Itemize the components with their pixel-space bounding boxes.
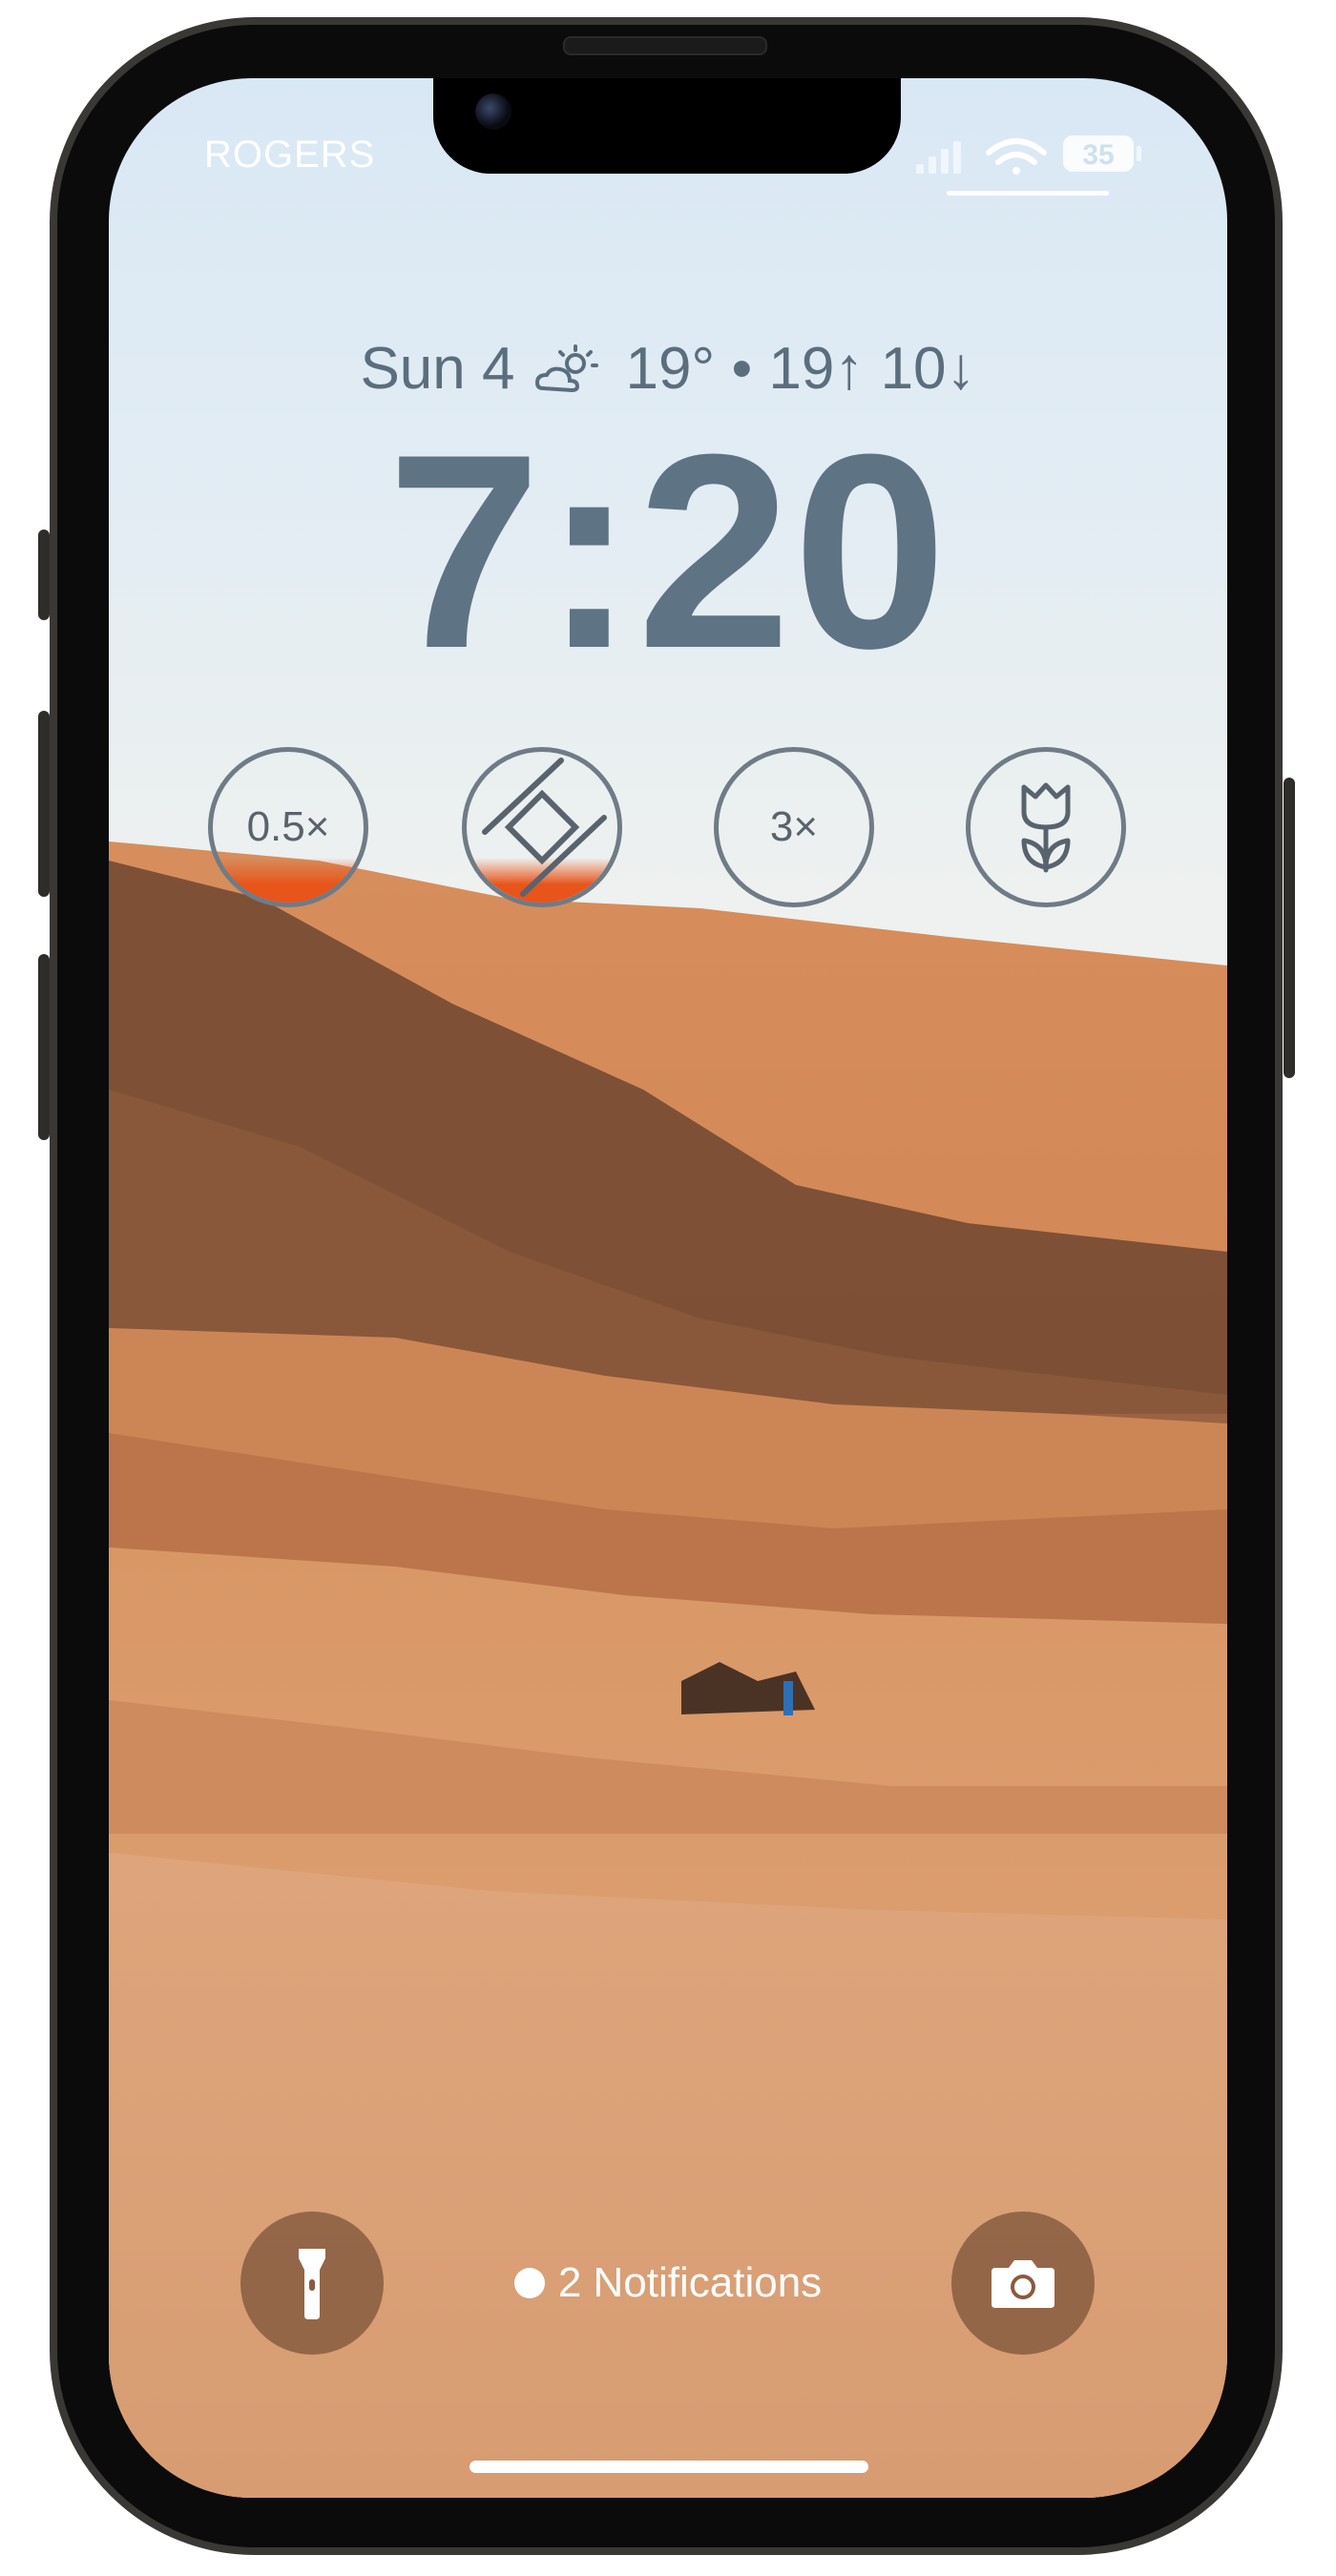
volume-up-button xyxy=(38,711,50,897)
volume-down-button xyxy=(38,954,50,1140)
carrier-label: ROGERS xyxy=(204,134,376,176)
status-icons: 35 xyxy=(916,135,1141,175)
battery-icon: 35 xyxy=(1063,135,1141,172)
date-weather-widget[interactable]: Sun 4 19° • 19↑ 10↓ xyxy=(109,336,1227,403)
action-button xyxy=(38,530,50,620)
status-underline xyxy=(947,191,1109,196)
widget-label: 0.5× xyxy=(246,803,330,850)
partly-sunny-icon xyxy=(535,344,599,393)
date-label: Sun 4 xyxy=(360,336,515,402)
notification-dot-icon xyxy=(513,2268,545,2298)
front-camera xyxy=(475,93,511,130)
crop-rotate-widget[interactable] xyxy=(462,747,622,907)
crop-rotate-icon xyxy=(482,758,607,897)
zoom-three-widget[interactable]: 3× xyxy=(714,747,874,907)
speaker-grille xyxy=(563,36,767,55)
wifi-icon xyxy=(986,138,1047,175)
clock[interactable]: 7:20 xyxy=(109,408,1227,695)
macro-widget[interactable] xyxy=(966,747,1126,907)
cellular-signal-icon xyxy=(916,141,961,174)
tulip-icon xyxy=(1021,782,1071,873)
camera-button[interactable] xyxy=(951,2212,1095,2355)
notifications-label: 2 Notifications xyxy=(557,2259,823,2306)
home-indicator[interactable] xyxy=(470,2461,868,2473)
weather-summary: 19° • 19↑ 10↓ xyxy=(625,336,976,402)
zoom-half-widget[interactable]: 0.5× xyxy=(208,747,368,907)
power-button xyxy=(1284,778,1295,1078)
battery-percentage: 35 xyxy=(1082,139,1114,171)
widget-label: 3× xyxy=(769,803,819,850)
camera-icon xyxy=(992,2260,1054,2308)
